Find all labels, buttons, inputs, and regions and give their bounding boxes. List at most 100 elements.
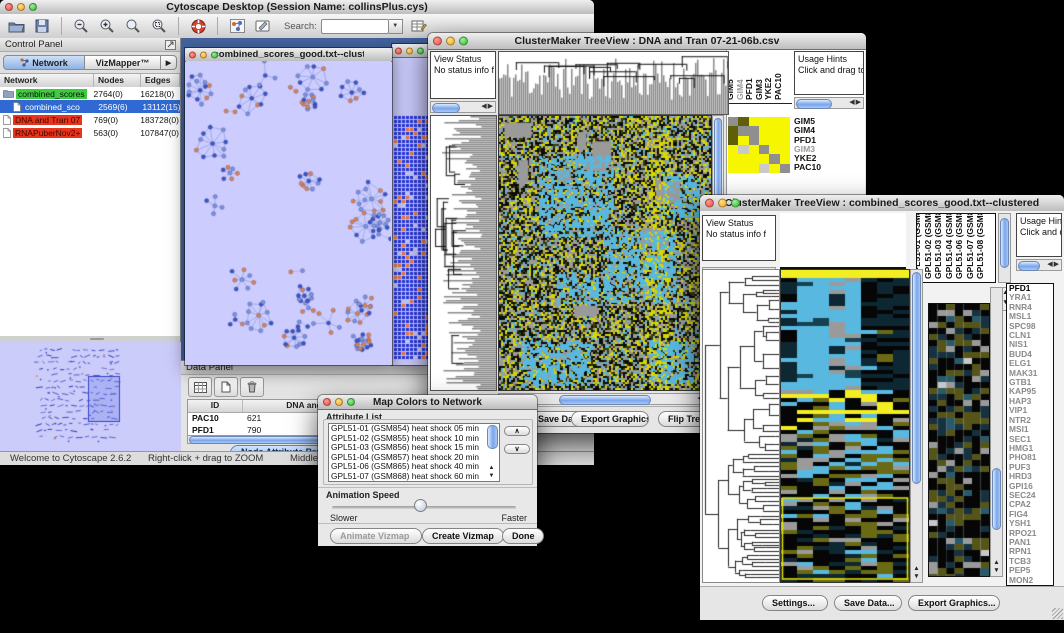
close-icon[interactable] — [705, 199, 714, 208]
network-tree-row[interactable]: RNAPuberNov2+563(0)107847(0) — [0, 126, 180, 139]
heatmap-vscrollbar[interactable]: ▲ ▼ — [910, 269, 923, 583]
minimize-icon[interactable] — [335, 398, 343, 406]
matrix-cell[interactable] — [759, 154, 769, 163]
network-view-window[interactable]: combined_scores_good.txt--cluste... — [185, 48, 392, 365]
scroll-arrows-icon[interactable]: ◀▶ — [1047, 260, 1060, 268]
help-button[interactable] — [188, 17, 208, 35]
create-vizmap-button[interactable]: Create Vizmap — [422, 528, 504, 544]
attribute-list-scrollbar[interactable]: ▲ ▼ — [486, 423, 498, 480]
vizmapper-shortcut-button[interactable] — [227, 17, 247, 35]
zoom-selected-button[interactable] — [149, 17, 169, 35]
matrix-cell[interactable] — [738, 154, 748, 163]
window-controls[interactable] — [433, 37, 468, 46]
matrix-cell[interactable] — [769, 126, 779, 135]
column-dendrogram-canvas[interactable] — [498, 51, 729, 115]
background-window-titlebar[interactable] — [392, 44, 430, 58]
matrix-cell[interactable] — [759, 117, 769, 126]
row-dendrogram-canvas[interactable] — [702, 269, 780, 583]
matrix-cell[interactable] — [759, 136, 769, 145]
gene-label[interactable]: MON2 — [1007, 576, 1053, 585]
matrix-cell[interactable] — [728, 117, 738, 126]
minimize-icon[interactable] — [406, 47, 413, 54]
matrix-cell[interactable] — [738, 145, 748, 154]
animate-vizmap-button[interactable]: Animate Vizmap — [330, 528, 422, 544]
column-header-id[interactable]: ID — [188, 400, 243, 412]
move-up-button[interactable]: ∧ — [504, 426, 530, 436]
matrix-cell[interactable] — [780, 145, 790, 154]
matrix-cell[interactable] — [780, 154, 790, 163]
scroll-arrows-icon[interactable]: ◀▶ — [849, 98, 862, 106]
column-header-network[interactable]: Network — [0, 74, 94, 87]
close-icon[interactable] — [323, 398, 331, 406]
close-icon[interactable] — [189, 51, 196, 58]
attribute-list[interactable]: GPL51-01 (GSM854) heat shock 05 minGPL51… — [328, 423, 500, 482]
matrix-cell[interactable] — [769, 136, 779, 145]
scroll-down-icon[interactable]: ▼ — [991, 567, 1002, 575]
network-tree-row[interactable]: combined_sco2569(6)13112(15) — [0, 100, 180, 113]
tab-overflow-button[interactable]: ▶ — [161, 55, 177, 70]
matrix-cell[interactable] — [738, 136, 748, 145]
dialog-titlebar[interactable]: Map Colors to Network — [318, 395, 537, 410]
treeview2-titlebar[interactable]: ClusterMaker TreeView : combined_scores_… — [700, 195, 1064, 212]
matrix-cell[interactable] — [759, 164, 769, 173]
window-controls[interactable] — [395, 47, 424, 54]
matrix-cell[interactable] — [769, 164, 779, 173]
column-labels-scrollbar[interactable] — [998, 213, 1011, 283]
window-controls[interactable] — [323, 398, 355, 406]
search-dropdown-button[interactable]: ▼ — [389, 19, 403, 34]
matrix-cell[interactable] — [749, 126, 759, 135]
gene-label-list[interactable]: PFD1YRA1RNR4MSL1SPC98CLN1NIS1BUD4ELG1MAK… — [1006, 283, 1054, 586]
background-network-window[interactable] — [392, 44, 430, 365]
matrix-cell[interactable] — [780, 126, 790, 135]
slider-thumb[interactable] — [414, 499, 427, 512]
column-header-nodes[interactable]: Nodes — [94, 74, 141, 87]
close-icon[interactable] — [433, 37, 442, 46]
matrix-cell[interactable] — [728, 126, 738, 135]
scroll-up-icon[interactable]: ▲ — [911, 565, 922, 573]
resize-grip[interactable] — [1052, 608, 1063, 619]
zoom-in-button[interactable] — [97, 17, 117, 35]
matrix-cell[interactable] — [749, 117, 759, 126]
matrix-cell[interactable] — [738, 126, 748, 135]
delete-attribute-button[interactable] — [240, 377, 264, 397]
matrix-cell[interactable] — [780, 136, 790, 145]
window-controls[interactable] — [5, 3, 37, 11]
annotation-button[interactable] — [253, 17, 273, 35]
network-tree-row[interactable]: DNA and Tran 07769(0)183728(0) — [0, 113, 180, 126]
show-table-button[interactable] — [188, 377, 212, 397]
zoom-icon[interactable] — [731, 199, 740, 208]
matrix-cell[interactable] — [728, 136, 738, 145]
matrix-cell[interactable] — [749, 145, 759, 154]
minimize-icon[interactable] — [718, 199, 727, 208]
tab-vizmapper[interactable]: VizMapper™ — [85, 55, 161, 70]
tab-network[interactable]: Network — [3, 55, 85, 70]
zoom-icon[interactable] — [29, 3, 37, 11]
zoom-vscrollbar[interactable]: ▲ ▼ — [990, 287, 1003, 577]
minimize-icon[interactable] — [17, 3, 25, 11]
matrix-cell[interactable] — [728, 145, 738, 154]
scroll-down-icon[interactable]: ▼ — [486, 473, 497, 479]
zoom-heatmap-canvas[interactable] — [928, 303, 990, 577]
zoom-icon[interactable] — [459, 37, 468, 46]
matrix-cell[interactable] — [749, 154, 759, 163]
zoom-out-button[interactable] — [71, 17, 91, 35]
settings-button[interactable]: Settings... — [762, 595, 828, 611]
matrix-cell[interactable] — [759, 126, 769, 135]
save-session-button[interactable] — [32, 17, 52, 35]
network-tree-row[interactable]: combined_scores2764(0)16218(0) — [0, 87, 180, 100]
save-data-button[interactable]: Save Data... — [834, 595, 902, 611]
close-icon[interactable] — [395, 47, 402, 54]
window-controls[interactable] — [189, 51, 218, 58]
scroll-up-icon[interactable]: ▲ — [991, 559, 1002, 567]
zoom-icon[interactable] — [347, 398, 355, 406]
matrix-cell[interactable] — [769, 145, 779, 154]
view-status-scrollbar[interactable]: ◀▶ — [430, 101, 496, 113]
new-attribute-button[interactable] — [214, 377, 238, 397]
open-session-button[interactable] — [6, 17, 26, 35]
heatmap-canvas[interactable] — [498, 115, 712, 391]
zoom-icon[interactable] — [417, 47, 424, 54]
matrix-cell[interactable] — [769, 117, 779, 126]
matrix-cell[interactable] — [738, 164, 748, 173]
export-graphics-button[interactable]: Export Graphics... — [571, 411, 649, 427]
window-controls[interactable] — [705, 199, 740, 208]
